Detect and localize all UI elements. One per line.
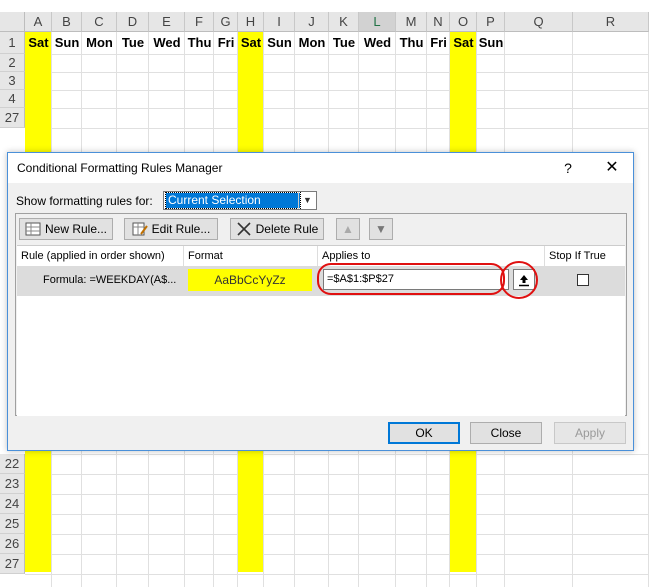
row-header-23[interactable]: 23 xyxy=(0,474,25,494)
cell-day[interactable]: Sun xyxy=(264,32,295,54)
show-rules-selected-value: Current Selection xyxy=(165,192,301,209)
move-down-button[interactable]: ▼ xyxy=(369,218,393,240)
cell-day[interactable]: Fri xyxy=(214,32,238,54)
row-header-1[interactable]: 1 xyxy=(0,32,25,54)
column-header-o[interactable]: O xyxy=(450,12,477,32)
applies-to-input[interactable]: =$A$1:$P$27 xyxy=(323,269,509,290)
column-header-h[interactable]: H xyxy=(238,12,264,32)
new-rule-icon xyxy=(25,222,41,236)
gridline xyxy=(25,454,649,455)
column-header-m[interactable]: M xyxy=(396,12,427,32)
cell-day[interactable]: Thu xyxy=(396,32,427,54)
apply-button[interactable]: Apply xyxy=(554,422,626,444)
column-header-c[interactable]: C xyxy=(82,12,117,32)
help-button[interactable]: ? xyxy=(558,158,578,178)
chevron-down-icon[interactable]: ▼ xyxy=(298,192,316,209)
dialog-title: Conditional Formatting Rules Manager xyxy=(17,161,223,175)
cell-day[interactable]: Sat xyxy=(450,32,477,54)
new-rule-button[interactable]: New Rule... xyxy=(19,218,113,240)
move-up-button[interactable]: ▲ xyxy=(336,218,360,240)
gridline xyxy=(25,54,649,55)
column-header-j[interactable]: J xyxy=(295,12,329,32)
row-header-2[interactable]: 2 xyxy=(0,54,25,72)
new-rule-label: New Rule... xyxy=(44,222,108,236)
column-header-p[interactable]: P xyxy=(477,12,505,32)
rule-description: Formula: =WEEKDAY(A$... xyxy=(43,274,177,286)
row-header-22[interactable]: 22 xyxy=(0,454,25,474)
column-header-format: Format xyxy=(184,246,318,266)
edit-rule-icon xyxy=(132,222,148,236)
cell-day[interactable]: Thu xyxy=(185,32,214,54)
stop-if-true-checkbox[interactable] xyxy=(577,274,589,286)
delete-rule-label: Delete Rule xyxy=(255,222,319,236)
gridline xyxy=(25,90,649,91)
column-header-stop-if-true: Stop If True xyxy=(549,250,606,262)
gridline xyxy=(25,514,649,515)
show-rules-label: Show formatting rules for: xyxy=(16,194,153,208)
dialog-titlebar[interactable]: Conditional Formatting Rules Manager ? ✕ xyxy=(8,153,633,183)
row-header-26[interactable]: 26 xyxy=(0,534,25,554)
cell-day[interactable]: Tue xyxy=(117,32,149,54)
column-header-d[interactable]: D xyxy=(117,12,149,32)
column-header-g[interactable]: G xyxy=(214,12,238,32)
cell-day[interactable]: Mon xyxy=(82,32,117,54)
column-header-a[interactable]: A xyxy=(25,12,52,32)
column-header-i[interactable]: I xyxy=(264,12,295,32)
select-all-corner[interactable] xyxy=(0,12,25,32)
cell-day[interactable]: Wed xyxy=(149,32,185,54)
row-header-27[interactable]: 27 xyxy=(0,108,25,128)
column-header-q[interactable]: Q xyxy=(505,12,573,32)
close-button[interactable]: Close xyxy=(470,422,542,444)
gridline xyxy=(25,574,649,575)
cell-day[interactable]: Tue xyxy=(329,32,359,54)
cell-day[interactable]: Sat xyxy=(238,32,264,54)
cell-day[interactable]: Wed xyxy=(359,32,396,54)
cell-day[interactable]: Fri xyxy=(427,32,450,54)
delete-icon xyxy=(237,222,251,236)
edit-rule-button[interactable]: Edit Rule... xyxy=(124,218,218,240)
delete-rule-button[interactable]: Delete Rule xyxy=(230,218,324,240)
gridline xyxy=(25,534,649,535)
row-header-27[interactable]: 27 xyxy=(0,554,25,574)
conditional-formatting-dialog: Conditional Formatting Rules Manager ? ✕… xyxy=(7,152,634,451)
close-icon[interactable]: ✕ xyxy=(600,157,624,179)
gridline xyxy=(25,494,649,495)
column-header-e[interactable]: E xyxy=(149,12,185,32)
column-header-l[interactable]: L xyxy=(359,12,396,32)
column-header-n[interactable]: N xyxy=(427,12,450,32)
column-header-applies-to: Applies to xyxy=(318,246,545,266)
cell-day[interactable]: Sun xyxy=(477,32,505,54)
table-row[interactable]: Formula: =WEEKDAY(A$... AaBbCcYyZz =$A$1… xyxy=(17,266,625,296)
column-header-r[interactable]: R xyxy=(573,12,649,32)
collapse-dialog-button[interactable] xyxy=(513,269,535,290)
cell-day[interactable]: Sat xyxy=(25,32,52,54)
gridline xyxy=(25,474,649,475)
row-header-25[interactable]: 25 xyxy=(0,514,25,534)
show-rules-dropdown[interactable]: Current Selection ▼ xyxy=(163,191,317,210)
gridline xyxy=(25,554,649,555)
row-header-4[interactable]: 4 xyxy=(0,90,25,108)
row-header-3[interactable]: 3 xyxy=(0,72,25,90)
cell-day[interactable]: Mon xyxy=(295,32,329,54)
gridline xyxy=(25,72,649,73)
gridline xyxy=(25,128,649,129)
collapse-arrow-icon xyxy=(519,275,529,287)
row-header-24[interactable]: 24 xyxy=(0,494,25,514)
rules-table: Rule (applied in order shown) Format App… xyxy=(17,245,625,416)
column-header-k[interactable]: K xyxy=(329,12,359,32)
column-header-b[interactable]: B xyxy=(52,12,82,32)
column-header-f[interactable]: F xyxy=(185,12,214,32)
gridline xyxy=(25,108,649,109)
column-header-rule: Rule (applied in order shown) xyxy=(17,246,184,266)
edit-rule-label: Edit Rule... xyxy=(151,222,211,236)
format-preview: AaBbCcYyZz xyxy=(188,269,312,291)
ok-button[interactable]: OK xyxy=(388,422,460,444)
cell-day[interactable]: Sun xyxy=(52,32,82,54)
